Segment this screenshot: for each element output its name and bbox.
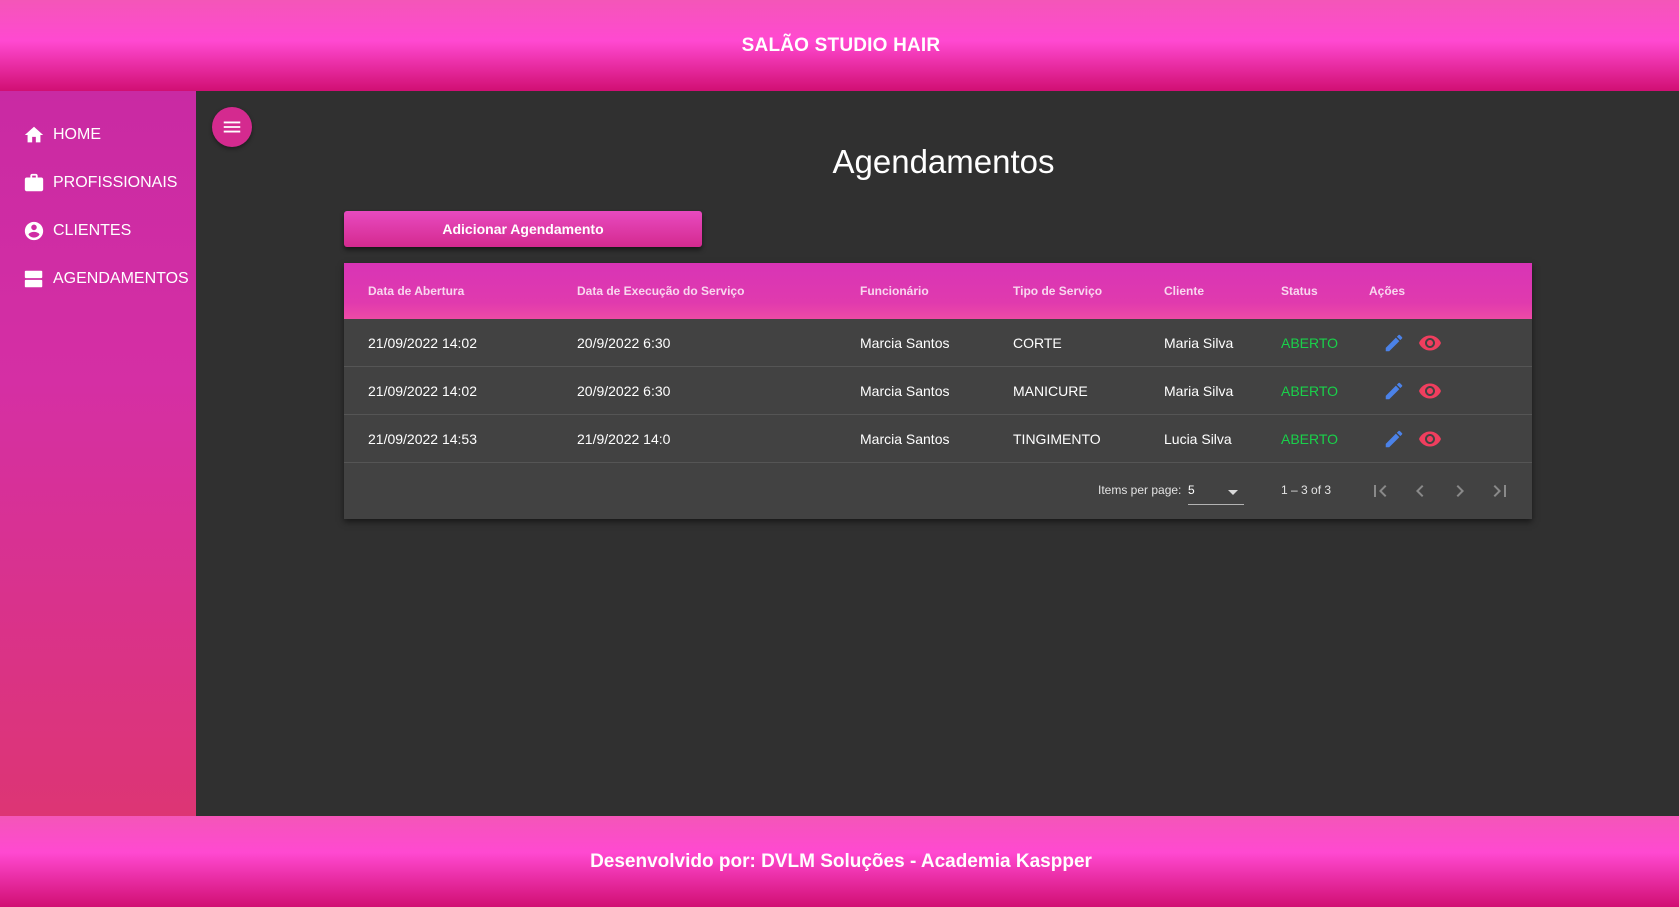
status-badge: ABERTO <box>1281 383 1339 399</box>
edit-icon[interactable] <box>1382 379 1406 403</box>
view-agenda-icon <box>23 268 45 290</box>
visibility-icon[interactable] <box>1418 379 1442 403</box>
cell-data-abertura: 21/09/2022 14:53 <box>368 431 477 447</box>
app-footer: Desenvolvido por: DVLM Soluções - Academ… <box>0 816 1679 907</box>
paginator: Items per page: 5 1 – 3 of 3 <box>344 463 1532 519</box>
cell-cliente: Maria Silva <box>1164 335 1234 351</box>
cell-data-abertura: 21/09/2022 14:02 <box>368 383 477 399</box>
sidebar-item-profissionais[interactable]: PROFISSIONAIS <box>0 159 196 207</box>
edit-icon[interactable] <box>1382 427 1406 451</box>
cell-funcionario: Marcia Santos <box>860 431 950 447</box>
column-header[interactable]: Cliente <box>1164 284 1204 298</box>
cell-data-execucao: 20/9/2022 6:30 <box>577 335 671 351</box>
table-row: 21/09/2022 14:02 20/9/2022 6:30 Marcia S… <box>344 367 1532 415</box>
last-page-icon[interactable] <box>1486 477 1514 505</box>
home-icon <box>23 124 45 146</box>
sidebar-item-clientes[interactable]: CLIENTES <box>0 207 196 255</box>
sidebar: HOME PROFISSIONAIS CLIENTES AGENDAMENTOS <box>0 91 196 816</box>
cell-funcionario: Marcia Santos <box>860 335 950 351</box>
footer-credit: Desenvolvido por: DVLM Soluções - Academ… <box>590 850 1092 872</box>
column-header[interactable]: Tipo de Serviço <box>1013 284 1102 298</box>
status-badge: ABERTO <box>1281 335 1339 351</box>
menu-toggle-button[interactable] <box>212 107 252 147</box>
account-circle-icon <box>23 220 45 242</box>
first-page-icon[interactable] <box>1366 477 1394 505</box>
cell-data-execucao: 21/9/2022 14:0 <box>577 431 671 447</box>
page-title: Agendamentos <box>832 143 1055 180</box>
items-per-page-label: Items per page: <box>1098 483 1182 497</box>
add-appointment-button[interactable]: Adicionar Agendamento <box>344 211 702 247</box>
items-per-page-select[interactable]: 5 <box>1188 477 1244 505</box>
status-badge: ABERTO <box>1281 431 1339 447</box>
appointments-table: Data de Abertura Data de Execução do Ser… <box>344 263 1532 519</box>
main-content: Agendamentos Adicionar Agendamento Data … <box>196 91 1679 816</box>
table-row: 21/09/2022 14:02 20/9/2022 6:30 Marcia S… <box>344 319 1532 367</box>
sidebar-item-home[interactable]: HOME <box>0 111 196 159</box>
sidebar-item-agendamentos[interactable]: AGENDAMENTOS <box>0 255 196 303</box>
menu-icon <box>223 121 241 133</box>
column-header[interactable]: Status <box>1281 284 1318 298</box>
column-header[interactable]: Data de Abertura <box>368 284 464 298</box>
sidebar-item-label: HOME <box>53 126 101 143</box>
sidebar-item-label: PROFISSIONAIS <box>53 174 178 191</box>
column-header[interactable]: Data de Execução do Serviço <box>577 284 744 298</box>
column-header: Ações <box>1369 284 1406 298</box>
briefcase-icon <box>23 172 45 194</box>
app-header: SALÃO STUDIO HAIR <box>0 0 1679 91</box>
cell-tipo-servico: CORTE <box>1013 335 1062 351</box>
table-header: Data de Abertura Data de Execução do Ser… <box>344 263 1532 319</box>
app-title: SALÃO STUDIO HAIR <box>741 34 941 56</box>
page-range-label: 1 – 3 of 3 <box>1281 483 1332 497</box>
visibility-icon[interactable] <box>1418 427 1442 451</box>
previous-page-icon[interactable] <box>1406 477 1434 505</box>
cell-funcionario: Marcia Santos <box>860 383 950 399</box>
cell-data-execucao: 20/9/2022 6:30 <box>577 383 671 399</box>
next-page-icon[interactable] <box>1446 477 1474 505</box>
cell-tipo-servico: MANICURE <box>1013 383 1088 399</box>
cell-data-abertura: 21/09/2022 14:02 <box>368 335 477 351</box>
dropdown-arrow-icon <box>1228 490 1238 495</box>
cell-cliente: Lucia Silva <box>1164 431 1232 447</box>
column-header[interactable]: Funcionário <box>860 284 929 298</box>
edit-icon[interactable] <box>1382 331 1406 355</box>
cell-tipo-servico: TINGIMENTO <box>1013 431 1101 447</box>
table-row: 21/09/2022 14:53 21/9/2022 14:0 Marcia S… <box>344 415 1532 463</box>
sidebar-item-label: CLIENTES <box>53 222 132 239</box>
cell-cliente: Maria Silva <box>1164 383 1234 399</box>
visibility-icon[interactable] <box>1418 331 1442 355</box>
items-per-page-value: 5 <box>1188 483 1195 497</box>
sidebar-item-label: AGENDAMENTOS <box>53 270 189 287</box>
